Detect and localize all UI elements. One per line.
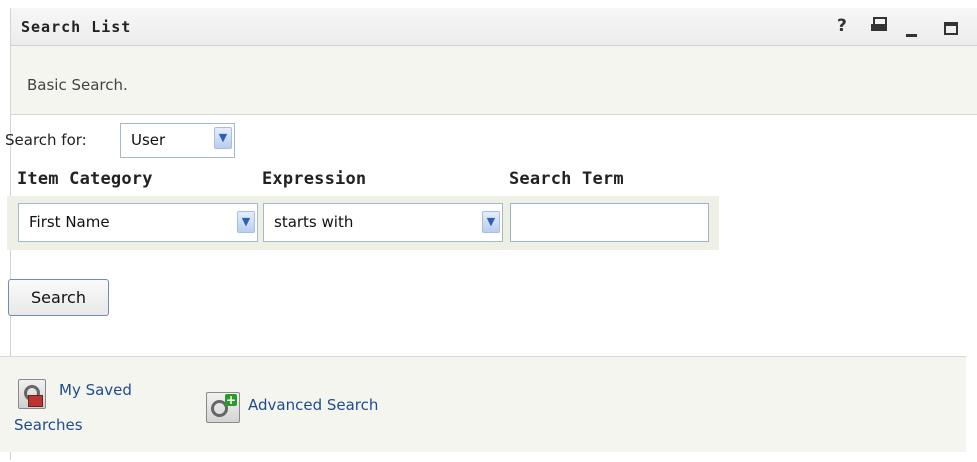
subtitle-bar: Basic Search.	[11, 46, 977, 115]
advanced-search-link[interactable]: Advanced Search	[248, 396, 378, 414]
expression-value: starts with	[274, 213, 354, 231]
portlet-title: Search List	[21, 18, 132, 36]
header-item-category: Item Category	[17, 169, 153, 189]
my-saved-searches-link[interactable]: My Saved	[59, 381, 132, 399]
header-expression: Expression	[262, 169, 367, 189]
item-category-value: First Name	[29, 213, 110, 231]
dropdown-arrow-icon[interactable]: ▼	[237, 211, 255, 233]
help-icon[interactable]: ?	[837, 16, 847, 36]
print-icon[interactable]	[871, 17, 887, 32]
dropdown-arrow-icon[interactable]: ▼	[482, 211, 500, 233]
my-saved-searches-link-line2[interactable]: Searches	[14, 416, 83, 434]
search-for-value: User	[131, 131, 166, 149]
title-bar: Search List ?	[11, 8, 977, 46]
search-button[interactable]: Search	[8, 279, 109, 316]
advanced-search-icon[interactable]: +	[206, 392, 240, 423]
minimize-icon[interactable]	[906, 34, 917, 37]
footer	[0, 357, 966, 452]
item-category-select[interactable]: First Name ▼	[18, 203, 258, 242]
subtitle: Basic Search.	[27, 76, 128, 94]
search-for-select[interactable]: User ▼	[120, 123, 235, 158]
search-term-input[interactable]	[510, 203, 709, 242]
expression-select[interactable]: starts with ▼	[263, 203, 503, 242]
dropdown-arrow-icon[interactable]: ▼	[214, 127, 232, 149]
header-search-term: Search Term	[509, 169, 624, 189]
maximize-icon[interactable]	[944, 22, 958, 35]
saved-searches-icon[interactable]	[18, 379, 46, 409]
search-for-label: Search for:	[5, 131, 87, 149]
